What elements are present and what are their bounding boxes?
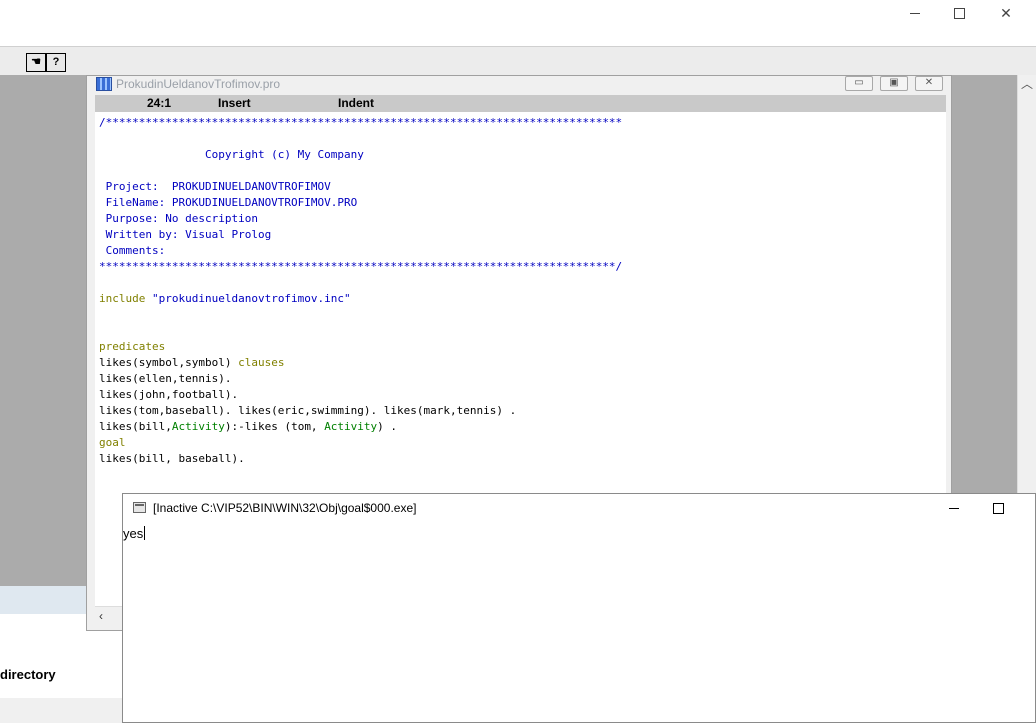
editor-title: ProkudinUeldanovTrofimov.pro [116,77,281,91]
ide-vertical-scrollbar[interactable]: ︿ [1017,75,1036,515]
console-output[interactable]: yes [123,526,146,541]
help-question-icon[interactable]: ? [46,53,66,72]
console-app-icon [133,502,146,513]
console-maximize-icon[interactable] [983,500,1013,516]
window-hand-icon[interactable]: ☚ [26,53,46,72]
console-titlebar[interactable]: [Inactive C:\VIP52\BIN\WIN\32\Obj\goal$0… [123,494,1035,524]
bottom-strip [0,698,123,723]
ide-toolbar: ☚ ? [0,46,1036,77]
console-title: [Inactive C:\VIP52\BIN\WIN\32\Obj\goal$0… [153,501,417,515]
text-caret [144,526,146,540]
editor-file-icon [96,77,112,91]
console-minimize-icon[interactable] [939,500,969,516]
indent-mode: Indent [338,96,374,110]
minimize-icon[interactable] [892,2,938,24]
editor-status-bar: 24:1 Insert Indent [95,95,946,112]
editor-restore-icon[interactable]: ▣ [880,76,908,91]
console-output-text: yes [123,526,144,541]
code-line: Project: PROKUDINUELDANOVTROFIMOV [99,180,331,193]
cursor-position: 24:1 [147,96,172,110]
editor-titlebar[interactable]: ProkudinUeldanovTrofimov.pro ▭ ▣ ✕ [87,76,951,93]
code-line: likes(ellen,tennis). [99,372,232,385]
scroll-up-icon[interactable]: ︿ [1018,75,1036,93]
code-line: likes(john,football). [99,388,239,401]
code-line: Copyright (c) My Company [99,148,364,161]
code-line: include "prokudinueldanovtrofimov.inc" [99,292,351,305]
close-icon[interactable]: ✕ [983,2,1029,24]
code-text[interactable]: /***************************************… [95,112,946,470]
insert-mode: Insert [218,96,251,110]
code-line: likes(bill, baseball). [99,452,245,465]
maximize-icon[interactable] [937,2,983,24]
code-line: /***************************************… [99,116,623,129]
code-line: FileName: PROKUDINUELDANOVTROFIMOV.PRO [99,196,358,209]
scroll-left-icon[interactable]: ‹ [95,607,125,625]
code-line: likes(bill,Activity):-likes (tom, Activi… [99,420,398,433]
editor-horizontal-scrollbar[interactable]: ‹ [95,606,125,625]
code-line: goal [99,436,126,449]
left-panel-bar [0,586,86,614]
code-line: ****************************************… [99,260,623,273]
code-line: Comments: [99,244,166,257]
code-line: likes(tom,baseball). likes(eric,swimming… [99,404,517,417]
editor-minimize-icon[interactable]: ▭ [845,76,873,91]
ide-titlebar: ✕ [0,0,1036,46]
directory-label: directory [0,667,56,682]
code-line: likes(symbol,symbol) clauses [99,356,285,369]
code-line: predicates [99,340,166,353]
code-line: Purpose: No description [99,212,258,225]
editor-close-icon[interactable]: ✕ [915,76,943,91]
console-window: [Inactive C:\VIP52\BIN\WIN\32\Obj\goal$0… [122,493,1036,723]
code-line: Written by: Visual Prolog [99,228,272,241]
